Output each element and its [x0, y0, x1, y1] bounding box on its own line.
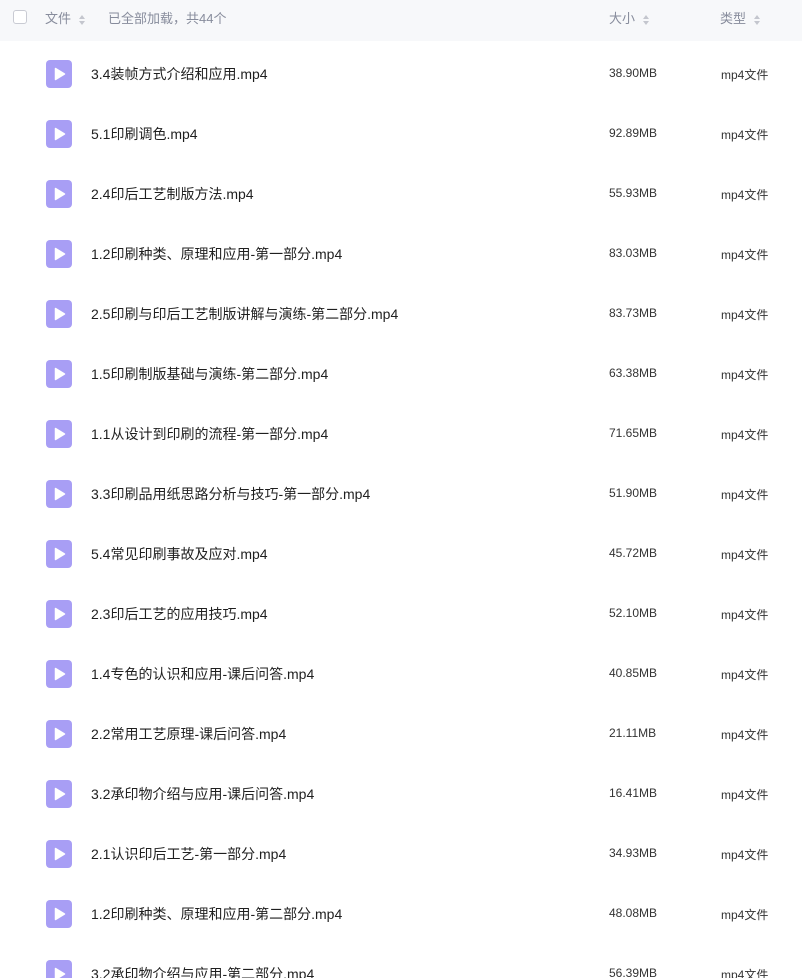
file-size: 56.39MB: [609, 966, 658, 978]
column-header-name[interactable]: 文件: [45, 0, 85, 37]
video-file-icon: [46, 60, 72, 88]
file-list: 3.4装帧方式介绍和应用.mp4 38.90MB mp4文件 5.1印刷调色.mp4 9…: [0, 41, 802, 978]
file-type: mp4文件: [721, 368, 769, 382]
file-name[interactable]: 1.1从设计到印刷的流程-第一部分.mp4: [91, 424, 328, 444]
file-row[interactable]: 5.4常见印刷事故及应对.mp4 45.72MB mp4文件: [0, 521, 802, 581]
file-type: mp4文件: [721, 248, 769, 262]
file-name[interactable]: 1.5印刷制版基础与演练-第二部分.mp4: [91, 364, 328, 384]
file-size: 40.85MB: [609, 666, 658, 680]
column-header-size-label: 大小: [609, 11, 636, 26]
file-type: mp4文件: [721, 788, 769, 802]
file-size: 45.72MB: [609, 546, 658, 560]
select-all-checkbox[interactable]: [13, 10, 27, 24]
file-row[interactable]: 3.2承印物介绍与应用-第二部分.mp4 56.39MB mp4文件: [0, 941, 802, 978]
file-row[interactable]: 3.3印刷品用纸思路分析与技巧-第一部分.mp4 51.90MB mp4文件: [0, 461, 802, 521]
sort-icon: [78, 14, 85, 25]
column-header-name-label: 文件: [45, 11, 72, 26]
sort-icon: [642, 14, 649, 25]
file-type: mp4文件: [721, 608, 769, 622]
file-size: 71.65MB: [609, 426, 658, 440]
file-type: mp4文件: [721, 968, 769, 978]
file-name[interactable]: 2.5印刷与印后工艺制版讲解与演练-第二部分.mp4: [91, 304, 398, 324]
file-type: mp4文件: [721, 908, 769, 922]
file-size: 55.93MB: [609, 186, 658, 200]
file-name[interactable]: 2.1认识印后工艺-第一部分.mp4: [91, 844, 286, 864]
file-name[interactable]: 5.4常见印刷事故及应对.mp4: [91, 544, 268, 564]
file-name[interactable]: 3.2承印物介绍与应用-第二部分.mp4: [91, 964, 314, 978]
file-size: 34.93MB: [609, 846, 658, 860]
file-name[interactable]: 3.3印刷品用纸思路分析与技巧-第一部分.mp4: [91, 484, 370, 504]
file-type: mp4文件: [721, 128, 769, 142]
file-row[interactable]: 1.4专色的认识和应用-课后问答.mp4 40.85MB mp4文件: [0, 641, 802, 701]
list-header: 文件 已全部加载，共44个 大小 类型: [0, 0, 802, 41]
file-type: mp4文件: [721, 548, 769, 562]
video-file-icon: [46, 600, 72, 628]
video-file-icon: [46, 120, 72, 148]
column-header-size[interactable]: 大小: [609, 0, 649, 37]
file-size: 52.10MB: [609, 606, 658, 620]
video-file-icon: [46, 300, 72, 328]
file-size: 92.89MB: [609, 126, 658, 140]
video-file-icon: [46, 840, 72, 868]
video-file-icon: [46, 720, 72, 748]
file-row[interactable]: 1.2印刷种类、原理和应用-第二部分.mp4 48.08MB mp4文件: [0, 881, 802, 941]
file-row[interactable]: 2.4印后工艺制版方法.mp4 55.93MB mp4文件: [0, 161, 802, 221]
video-file-icon: [46, 540, 72, 568]
file-row[interactable]: 1.1从设计到印刷的流程-第一部分.mp4 71.65MB mp4文件: [0, 401, 802, 461]
video-file-icon: [46, 780, 72, 808]
file-type: mp4文件: [721, 308, 769, 322]
column-header-type-label: 类型: [720, 11, 747, 26]
column-header-type[interactable]: 类型: [720, 0, 760, 37]
file-type: mp4文件: [721, 668, 769, 682]
file-size: 63.38MB: [609, 366, 658, 380]
file-name[interactable]: 1.2印刷种类、原理和应用-第二部分.mp4: [91, 904, 342, 924]
video-file-icon: [46, 420, 72, 448]
file-row[interactable]: 2.5印刷与印后工艺制版讲解与演练-第二部分.mp4 83.73MB mp4文件: [0, 281, 802, 341]
file-type: mp4文件: [721, 848, 769, 862]
file-row[interactable]: 3.4装帧方式介绍和应用.mp4 38.90MB mp4文件: [0, 41, 802, 101]
file-name[interactable]: 3.2承印物介绍与应用-课后问答.mp4: [91, 784, 314, 804]
file-size: 83.03MB: [609, 246, 658, 260]
file-row[interactable]: 2.3印后工艺的应用技巧.mp4 52.10MB mp4文件: [0, 581, 802, 641]
file-list-page: 文件 已全部加载，共44个 大小 类型 3.4装帧方式介绍和应用.mp4 38.9…: [0, 0, 802, 978]
file-type: mp4文件: [721, 488, 769, 502]
file-row[interactable]: 2.2常用工艺原理-课后问答.mp4 21.11MB mp4文件: [0, 701, 802, 761]
file-row[interactable]: 3.2承印物介绍与应用-课后问答.mp4 16.41MB mp4文件: [0, 761, 802, 821]
file-size: 16.41MB: [609, 786, 658, 800]
file-size: 21.11MB: [609, 726, 657, 740]
file-row[interactable]: 2.1认识印后工艺-第一部分.mp4 34.93MB mp4文件: [0, 821, 802, 881]
file-type: mp4文件: [721, 188, 769, 202]
video-file-icon: [46, 180, 72, 208]
file-type: mp4文件: [721, 428, 769, 442]
file-name[interactable]: 5.1印刷调色.mp4: [91, 124, 198, 144]
video-file-icon: [46, 960, 72, 978]
sort-icon: [753, 14, 760, 25]
file-row[interactable]: 1.5印刷制版基础与演练-第二部分.mp4 63.38MB mp4文件: [0, 341, 802, 401]
video-file-icon: [46, 900, 72, 928]
file-name[interactable]: 3.4装帧方式介绍和应用.mp4: [91, 64, 268, 84]
video-file-icon: [46, 480, 72, 508]
file-name[interactable]: 2.2常用工艺原理-课后问答.mp4: [91, 724, 286, 744]
file-name[interactable]: 2.3印后工艺的应用技巧.mp4: [91, 604, 268, 624]
load-status-text: 已全部加载，共44个: [108, 11, 227, 26]
file-row[interactable]: 1.2印刷种类、原理和应用-第一部分.mp4 83.03MB mp4文件: [0, 221, 802, 281]
file-size: 48.08MB: [609, 906, 658, 920]
video-file-icon: [46, 660, 72, 688]
file-type: mp4文件: [721, 68, 769, 82]
video-file-icon: [46, 240, 72, 268]
file-size: 83.73MB: [609, 306, 658, 320]
file-name[interactable]: 1.2印刷种类、原理和应用-第一部分.mp4: [91, 244, 342, 264]
file-name[interactable]: 2.4印后工艺制版方法.mp4: [91, 184, 254, 204]
video-file-icon: [46, 360, 72, 388]
file-size: 38.90MB: [609, 66, 658, 80]
file-name[interactable]: 1.4专色的认识和应用-课后问答.mp4: [91, 664, 314, 684]
file-size: 51.90MB: [609, 486, 658, 500]
file-type: mp4文件: [721, 728, 769, 742]
file-row[interactable]: 5.1印刷调色.mp4 92.89MB mp4文件: [0, 101, 802, 161]
